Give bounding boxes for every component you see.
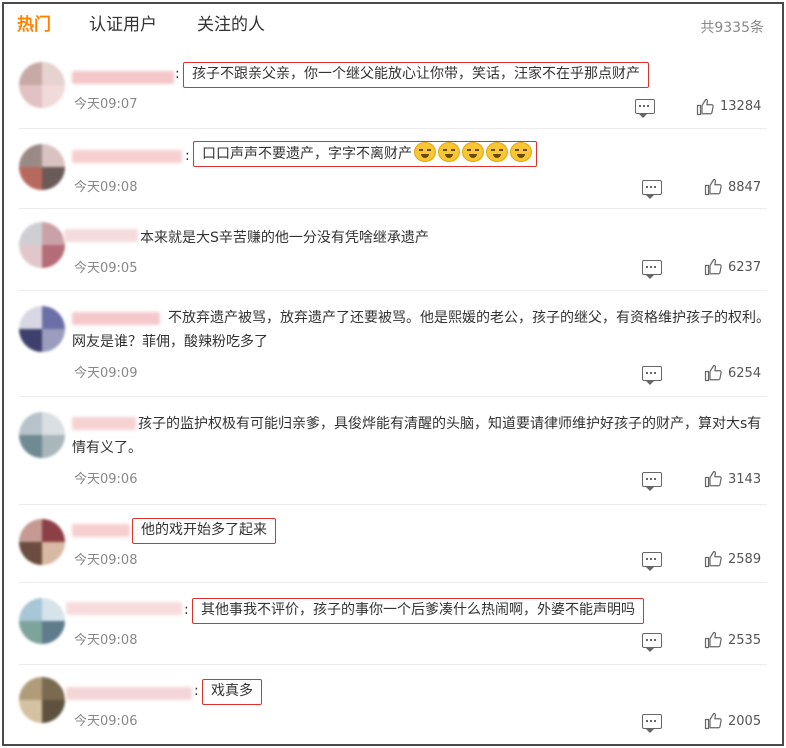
thumbs-up-icon[interactable] xyxy=(696,98,714,116)
avatar[interactable] xyxy=(19,519,65,565)
comment-icon[interactable] xyxy=(642,714,662,733)
thumbs-up-icon[interactable] xyxy=(704,258,722,276)
comment-time: 今天09:08 xyxy=(74,633,138,648)
thumbs-up-icon[interactable] xyxy=(704,631,722,649)
like-count: 2535 xyxy=(728,633,762,648)
comment-text: 孩子不跟亲父亲，你一个继父能放心让你带，笑话，汪家不在乎那点财产 xyxy=(183,62,649,88)
avatar[interactable] xyxy=(19,598,65,644)
comment-text: 戏真多 xyxy=(202,679,262,705)
comment-text: 其他事我不评价，孩子的事你一个后爹凑什么热闹啊，外婆不能声明吗 xyxy=(192,598,644,624)
avatar[interactable] xyxy=(19,412,65,458)
thumbs-up-icon[interactable] xyxy=(704,712,722,730)
comment-text: 口口声声不要遗产，字字不离财产 xyxy=(202,146,412,162)
comment-time: 今天09:08 xyxy=(74,553,138,568)
like-count: 2589 xyxy=(728,552,762,567)
username-blurred[interactable] xyxy=(64,229,138,242)
comment-time: 今天09:09 xyxy=(74,366,138,381)
like-count: 3143 xyxy=(728,472,762,487)
avatar[interactable] xyxy=(19,222,65,268)
comment-time: 今天09:05 xyxy=(74,261,138,276)
total-count: 共9335条 xyxy=(700,20,764,36)
like-count: 13284 xyxy=(720,99,762,114)
tab-following[interactable]: 关注的人 xyxy=(197,14,265,36)
comment-time: 今天09:07 xyxy=(74,97,138,112)
like-count: 8847 xyxy=(728,180,762,195)
laughing-crying-emoji-icon xyxy=(510,142,532,162)
comment-icon[interactable] xyxy=(642,260,662,279)
comment-icon[interactable] xyxy=(642,180,662,199)
comment-text: 孩子的监护权极有可能归亲爹，具俊烨能有清醒的头脑，知道要请律师维护好孩子的财产，… xyxy=(72,416,762,456)
laughing-crying-emoji-icon xyxy=(438,142,460,162)
comment-time: 今天09:06 xyxy=(74,714,138,729)
comment-time: 今天09:06 xyxy=(74,472,138,487)
comment-icon[interactable] xyxy=(642,552,662,571)
thumbs-up-icon[interactable] xyxy=(704,550,722,568)
thumbs-up-icon[interactable] xyxy=(704,364,722,382)
username-blurred[interactable] xyxy=(66,687,192,700)
comment-icon[interactable] xyxy=(642,472,662,491)
like-count: 6254 xyxy=(728,366,762,381)
like-count: 6237 xyxy=(728,260,762,275)
username-blurred[interactable] xyxy=(72,71,174,84)
avatar[interactable] xyxy=(19,144,65,190)
avatar[interactable] xyxy=(19,677,65,723)
laughing-crying-emoji-icon xyxy=(414,142,436,162)
comment-panel: 热门 认证用户 关注的人 共9335条 : 孩子不跟亲父亲，你一个继父能放心让你… xyxy=(2,2,784,746)
username-blurred[interactable] xyxy=(72,524,130,537)
comment-text: 不放弃遗产被骂，放弃遗产了还要被骂。他是熙媛的老公，孩子的继父，有资格维护孩子的… xyxy=(72,310,770,350)
thumbs-up-icon[interactable] xyxy=(704,178,722,196)
comment-tabs: 热门 认证用户 关注的人 共9335条 xyxy=(4,4,782,44)
laughing-crying-emoji-icon xyxy=(486,142,508,162)
tab-verified-users[interactable]: 认证用户 xyxy=(89,14,157,36)
comment-text: 本来就是大S辛苦赚的他一分没有凭啥继承遗产 xyxy=(140,230,429,246)
like-count: 2005 xyxy=(728,714,762,729)
username-blurred[interactable] xyxy=(72,150,182,163)
laughing-crying-emoji-icon xyxy=(462,142,484,162)
comment-icon[interactable] xyxy=(642,633,662,652)
thumbs-up-icon[interactable] xyxy=(704,470,722,488)
avatar[interactable] xyxy=(19,306,65,352)
comment-icon[interactable] xyxy=(635,99,655,118)
avatar[interactable] xyxy=(19,62,65,108)
comment-time: 今天09:08 xyxy=(74,180,138,195)
username-blurred[interactable] xyxy=(66,602,182,615)
tab-hot[interactable]: 热门 xyxy=(17,14,51,36)
comment-text: 他的戏开始多了起来 xyxy=(132,518,276,544)
comment-text-box: 口口声声不要遗产，字字不离财产 xyxy=(193,141,537,167)
comment-icon[interactable] xyxy=(642,366,662,385)
